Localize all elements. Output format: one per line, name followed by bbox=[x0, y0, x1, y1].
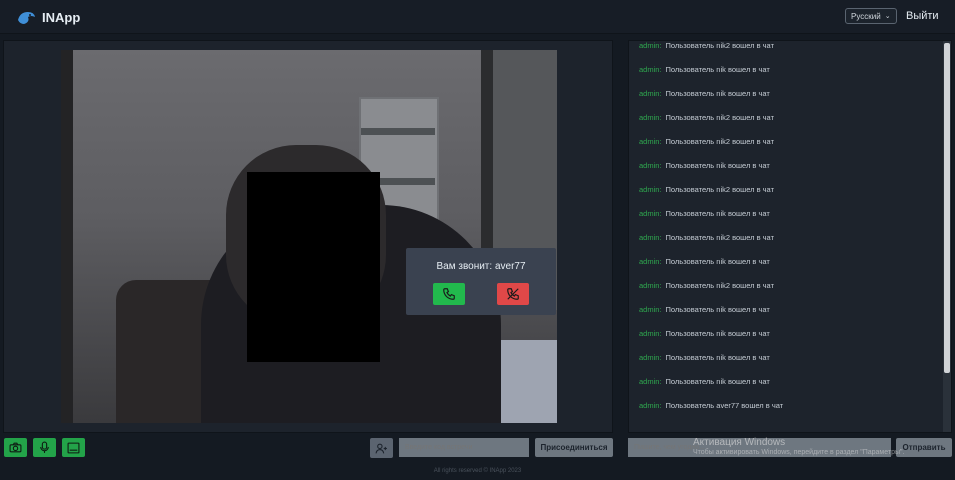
message-text: Пользователь nik2 вошел в чат bbox=[665, 185, 774, 194]
message-text: Пользователь nik вошел в чат bbox=[665, 161, 770, 170]
chat-message: admin: Пользователь aver77 вошел в чат bbox=[639, 401, 783, 410]
chat-message: admin: Пользователь nik вошел в чат bbox=[639, 257, 770, 266]
chat-message: admin: Пользователь nik2 вошел в чат bbox=[639, 137, 774, 146]
message-text: Пользователь nik вошел в чат bbox=[665, 257, 770, 266]
screen-share-button[interactable] bbox=[62, 438, 85, 457]
chat-message: admin: Пользователь nik вошел в чат bbox=[639, 161, 770, 170]
phone-icon bbox=[443, 288, 455, 300]
reject-call-button[interactable] bbox=[497, 283, 529, 305]
camera-icon bbox=[9, 442, 22, 453]
chat-message: admin: Пользователь nik вошел в чат bbox=[639, 305, 770, 314]
message-text: Пользователь nik2 вошел в чат bbox=[665, 233, 774, 242]
chat-message: admin: Пользователь nik вошел в чат bbox=[639, 209, 770, 218]
message-author: admin: bbox=[639, 113, 662, 122]
chat-message: admin: Пользователь nik2 вошел в чат bbox=[639, 185, 774, 194]
chat-message: admin: Пользователь nik вошел в чат bbox=[639, 65, 770, 74]
windows-activation-title: Активация Windows bbox=[693, 437, 786, 448]
message-text: Пользователь nik вошел в чат bbox=[665, 65, 770, 74]
message-author: admin: bbox=[639, 329, 662, 338]
message-author: admin: bbox=[639, 41, 662, 50]
message-author: admin: bbox=[639, 305, 662, 314]
message-text: Пользователь nik вошел в чат bbox=[665, 377, 770, 386]
video-panel: Вам звонит: aver77 bbox=[3, 40, 613, 433]
chat-message: admin: Пользователь nik2 вошел в чат bbox=[639, 233, 774, 242]
chevron-down-icon: ⌄ bbox=[884, 13, 891, 20]
chat-message: admin: Пользователь nik вошел в чат bbox=[639, 377, 770, 386]
chat-scrollbar[interactable] bbox=[943, 41, 951, 432]
message-author: admin: bbox=[639, 137, 662, 146]
bird-logo-icon bbox=[18, 12, 35, 24]
add-user-icon bbox=[375, 443, 387, 453]
chat-message: admin: Пользователь nik вошел в чат bbox=[639, 353, 770, 362]
chat-message: admin: Пользователь nik2 вошел в чат bbox=[639, 41, 774, 50]
windows-activation-subtitle: Чтобы активировать Windows, перейдите в … bbox=[693, 449, 905, 456]
message-author: admin: bbox=[639, 257, 662, 266]
message-author: admin: bbox=[639, 281, 662, 290]
top-navbar: INApp Русский ⌄ Выйти bbox=[0, 0, 955, 34]
logout-link[interactable]: Выйти bbox=[906, 10, 939, 22]
message-author: admin: bbox=[639, 185, 662, 194]
camera-toggle-button[interactable] bbox=[4, 438, 27, 457]
message-text: Пользователь nik вошел в чат bbox=[665, 353, 770, 362]
message-author: admin: bbox=[639, 377, 662, 386]
language-value: Русский bbox=[851, 11, 881, 21]
incoming-call-popup: Вам звонит: aver77 bbox=[406, 248, 556, 315]
message-author: admin: bbox=[639, 161, 662, 170]
message-author: admin: bbox=[639, 353, 662, 362]
microphone-icon bbox=[40, 441, 49, 453]
message-text: Пользователь nik2 вошел в чат bbox=[665, 137, 774, 146]
message-author: admin: bbox=[639, 89, 662, 98]
footer-copyright: All rights reserved © INApp 2023 bbox=[433, 468, 522, 474]
accept-call-button[interactable] bbox=[433, 283, 465, 305]
incoming-call-text: Вам звонит: aver77 bbox=[436, 261, 526, 272]
message-text: Пользователь nik вошел в чат bbox=[665, 305, 770, 314]
message-text: Пользователь nik вошел в чат bbox=[665, 329, 770, 338]
message-text: Пользователь nik вошел в чат bbox=[665, 89, 770, 98]
meeting-code-input[interactable] bbox=[399, 438, 529, 457]
microphone-toggle-button[interactable] bbox=[33, 438, 56, 457]
message-author: admin: bbox=[639, 233, 662, 242]
scrollbar-thumb[interactable] bbox=[944, 43, 950, 373]
chat-panel[interactable]: admin: Пользователь nik2 вошел в чат admin… bbox=[628, 40, 952, 433]
webcam-video bbox=[61, 50, 557, 423]
app-name: INApp bbox=[42, 9, 81, 25]
message-text: Пользователь nik вошел в чат bbox=[665, 209, 770, 218]
add-user-button[interactable] bbox=[370, 438, 393, 458]
app-logo[interactable]: INApp bbox=[16, 8, 80, 26]
face-censor-block bbox=[247, 172, 380, 362]
join-button[interactable]: Присоединиться bbox=[535, 438, 613, 457]
message-text: Пользователь aver77 вошел в чат bbox=[665, 401, 784, 410]
message-text: Пользователь nik2 вошел в чат bbox=[665, 41, 774, 50]
chat-message: admin: Пользователь nik2 вошел в чат bbox=[639, 281, 774, 290]
screen-share-icon bbox=[67, 442, 80, 453]
message-author: admin: bbox=[639, 401, 662, 410]
message-author: admin: bbox=[639, 65, 662, 74]
message-author: admin: bbox=[639, 209, 662, 218]
chat-message: admin: Пользователь nik вошел в чат bbox=[639, 329, 770, 338]
language-select[interactable]: Русский ⌄ bbox=[845, 8, 897, 24]
chat-message: admin: Пользователь nik2 вошел в чат bbox=[639, 113, 774, 122]
phone-off-icon bbox=[507, 288, 519, 300]
message-text: Пользователь nik2 вошел в чат bbox=[665, 281, 774, 290]
message-text: Пользователь nik2 вошел в чат bbox=[665, 113, 774, 122]
chat-message: admin: Пользователь nik вошел в чат bbox=[639, 89, 770, 98]
